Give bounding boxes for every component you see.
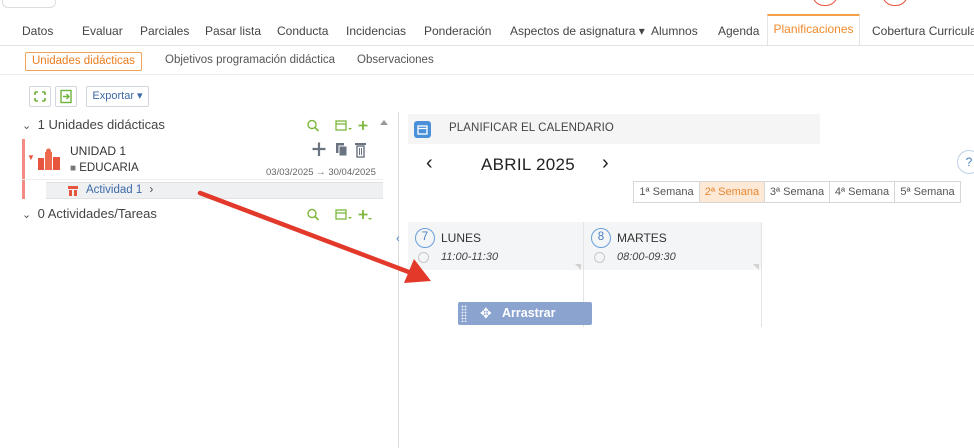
tab-agenda[interactable]: Agenda — [718, 16, 759, 46]
copy-icon[interactable] — [336, 143, 348, 157]
panel-splitter[interactable] — [398, 112, 399, 448]
import-icon — [60, 89, 72, 104]
unit-actions — [312, 142, 366, 158]
week-2-button[interactable]: 2ª Semana — [699, 181, 765, 203]
units-header-actions — [307, 119, 388, 132]
tab-evaluar[interactable]: Evaluar — [82, 16, 123, 46]
day-time-slot: 08:00-09:30 — [617, 251, 676, 263]
tasks-header[interactable]: ⌄ 0 Actividades/Tareas — [22, 205, 157, 223]
chevron-down-icon: ⌄ — [22, 209, 32, 221]
units-header-label: 1 Unidades didácticas — [37, 117, 165, 132]
day-name: MARTES — [617, 231, 667, 245]
week-selector: 1ª Semana 2ª Semana 3ª Semana 4ª Semana … — [633, 181, 961, 203]
tab-planificaciones[interactable]: Planificaciones — [767, 14, 860, 45]
calendar-dropdown-icon[interactable] — [335, 120, 352, 131]
move-icon: ✥ — [480, 305, 492, 321]
tab-ponderacion[interactable]: Ponderación — [424, 16, 491, 46]
expand-button[interactable] — [29, 86, 51, 107]
tab-cobertura-curricular[interactable]: Cobertura Curricular ▾ — [872, 16, 974, 46]
export-button[interactable]: Exportar ▾ — [86, 86, 149, 107]
units-header[interactable]: ⌄ 1 Unidades didácticas — [22, 116, 165, 134]
subtab-unidades-didacticas[interactable]: Unidades didácticas — [25, 52, 142, 71]
resize-corner-icon — [753, 264, 759, 270]
cropped-control — [2, 0, 56, 8]
prev-month-button[interactable]: ‹ — [426, 152, 433, 175]
resize-corner-icon — [575, 264, 581, 270]
add-icon[interactable] — [312, 142, 326, 157]
tasks-header-actions — [307, 208, 373, 221]
cropped-badge — [812, 0, 838, 6]
day-number-badge: 7 — [415, 228, 435, 248]
main-tabbar: Datos Evaluar Parciales Pasar lista Cond… — [0, 14, 974, 46]
add-dropdown-icon[interactable] — [358, 210, 373, 220]
week-1-button[interactable]: 1ª Semana — [633, 181, 700, 203]
tab-aspectos-asignatura[interactable]: Aspectos de asignatura ▾ — [510, 16, 645, 46]
week-4-button[interactable]: 4ª Semana — [829, 181, 895, 203]
unit-blocks-icon — [38, 148, 60, 170]
unit-owner: ■ EDUCARIA — [70, 162, 139, 174]
search-icon[interactable] — [307, 208, 320, 221]
calendar-icon — [414, 121, 431, 138]
clock-icon — [418, 252, 429, 263]
calendar-title: PLANIFICAR EL CALENDARIO — [449, 122, 614, 134]
unit-title: UNIDAD 1 — [70, 144, 127, 158]
day-name: LUNES — [441, 231, 482, 245]
divider — [0, 74, 974, 75]
tab-alumnos[interactable]: Alumnos — [651, 16, 698, 46]
tab-pasar-lista[interactable]: Pasar lista — [205, 16, 261, 46]
calendar-dropdown-icon[interactable] — [335, 209, 352, 220]
cropped-badge — [882, 0, 908, 6]
drag-item[interactable]: ✥ Arrastrar — [458, 302, 592, 325]
activity-label-text: Actividad 1 — [86, 184, 143, 196]
month-label: ABRIL 2025 — [481, 155, 576, 174]
week-5-button[interactable]: 5ª Semana — [894, 181, 961, 203]
week-3-button[interactable]: 3ª Semana — [764, 181, 830, 203]
tab-incidencias[interactable]: Incidencias — [346, 16, 406, 46]
help-button[interactable]: ? — [957, 150, 974, 174]
day-column[interactable]: 8 MARTES 08:00-09:30 — [584, 222, 762, 327]
activity-label[interactable]: Actividad 1 › — [86, 184, 153, 196]
top-strip — [0, 0, 974, 14]
grip-icon — [461, 305, 467, 322]
expand-icon — [34, 91, 46, 102]
clock-icon — [594, 252, 605, 263]
drag-label: Arrastrar — [502, 306, 556, 320]
day-number-badge: 8 — [591, 228, 611, 248]
expanded-marker-icon: ▼ — [27, 153, 35, 162]
day-time-slot: 11:00-11:30 — [441, 251, 499, 263]
tasks-header-label: 0 Actividades/Tareas — [37, 206, 157, 221]
add-icon[interactable] — [358, 121, 368, 130]
collapse-panel-icon[interactable]: ‹ — [396, 233, 400, 245]
user-icon: ■ — [70, 163, 77, 174]
chevron-down-icon: ⌄ — [22, 120, 32, 132]
import-button[interactable] — [55, 86, 77, 107]
activity-icon — [68, 186, 78, 196]
unit-dates: 03/03/2025 → 30/04/2025 — [266, 167, 376, 178]
subtab-observaciones[interactable]: Observaciones — [357, 52, 434, 71]
unit-owner-label: EDUCARIA — [79, 162, 139, 174]
chevron-right-icon: › — [149, 184, 154, 196]
subtab-objetivos[interactable]: Objetivos programación didáctica — [165, 52, 335, 71]
tab-parciales[interactable]: Parciales — [140, 16, 189, 46]
next-month-button[interactable]: › — [602, 152, 609, 175]
search-icon[interactable] — [307, 119, 320, 132]
trash-icon[interactable] — [355, 143, 366, 158]
scroll-up-icon[interactable] — [380, 120, 388, 125]
tab-conducta[interactable]: Conducta — [277, 16, 328, 46]
tab-datos[interactable]: Datos — [22, 16, 53, 46]
